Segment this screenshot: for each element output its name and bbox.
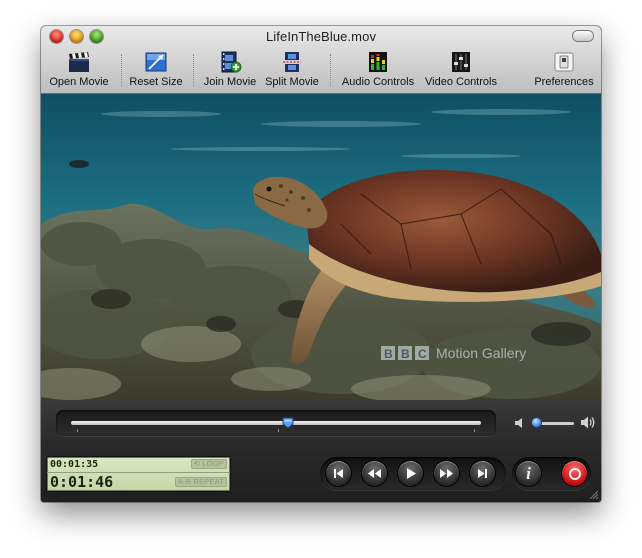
preferences-button[interactable]: Preferences: [529, 50, 599, 92]
video-controls-button[interactable]: Video Controls: [421, 50, 501, 92]
loop-icon: ⟲: [193, 459, 201, 468]
audio-controls-label: Audio Controls: [341, 76, 415, 88]
info-icon: i: [526, 464, 531, 483]
svg-text:B: B: [401, 347, 410, 361]
join-film-icon: [221, 51, 242, 73]
toolbar-separator: [193, 54, 195, 86]
window-title: LifeInTheBlue.mov: [265, 29, 377, 44]
skip-to-end-button[interactable]: [470, 461, 495, 486]
resize-icon: [145, 52, 167, 72]
video-watermark-text: Motion Gallery: [436, 345, 526, 361]
skip-to-start-button[interactable]: [326, 461, 351, 486]
volume-low-icon[interactable]: [514, 417, 524, 429]
audio-controls-button[interactable]: Audio Controls: [337, 50, 419, 92]
play-button[interactable]: [398, 461, 423, 486]
seek-thumb[interactable]: [282, 417, 294, 429]
toolbar-separator: [121, 54, 123, 86]
seek-tick: [77, 429, 78, 432]
info-record-group: i: [512, 457, 591, 490]
seek-tick: [278, 429, 279, 432]
svg-text:C: C: [418, 347, 427, 361]
join-movie-button[interactable]: Join Movie: [201, 50, 259, 92]
seek-track[interactable]: [71, 421, 481, 425]
split-movie-label: Split Movie: [265, 76, 319, 88]
volume-high-icon[interactable]: [580, 415, 596, 430]
app-window: LifeInTheBlue.mov Open Movie Reset Size …: [41, 26, 601, 502]
ab-repeat-toggle[interactable]: A-B REPEAT: [174, 477, 227, 487]
split-movie-button[interactable]: Split Movie: [263, 50, 321, 92]
svg-text:B: B: [384, 347, 393, 361]
video-scene: B B C Motion Gallery: [41, 94, 601, 400]
join-movie-label: Join Movie: [203, 76, 257, 88]
preferences-label: Preferences: [534, 76, 594, 88]
record-button[interactable]: [562, 461, 587, 486]
reset-size-button[interactable]: Reset Size: [127, 50, 185, 92]
control-panel: 00:01:35 ⟲ LOOP 0:01:46 A-B REPEAT i: [41, 400, 601, 502]
time-display: 00:01:35 ⟲ LOOP 0:01:46 A-B REPEAT: [47, 457, 230, 491]
resize-grip-icon[interactable]: [588, 489, 598, 499]
video-frame[interactable]: B B C Motion Gallery: [41, 94, 601, 400]
fast-forward-icon: [440, 469, 453, 478]
skip-forward-icon: [478, 469, 487, 478]
duration-time: 0:01:46: [50, 473, 114, 491]
audio-equalizer-icon: [369, 52, 387, 72]
open-movie-label: Open Movie: [49, 76, 109, 88]
toolbar-toggle-button[interactable]: [573, 31, 593, 41]
fast-forward-button[interactable]: [434, 461, 459, 486]
skip-back-icon: [334, 469, 343, 478]
play-icon: [407, 468, 416, 479]
transport-controls: [320, 457, 506, 490]
preferences-switch-icon: [554, 52, 574, 72]
info-button[interactable]: i: [516, 461, 541, 486]
current-time: 00:01:35: [50, 459, 99, 470]
loop-label: LOOP: [202, 459, 224, 468]
seek-tick: [474, 429, 475, 432]
video-controls-label: Video Controls: [425, 76, 497, 88]
video-sliders-icon: [452, 52, 470, 72]
loop-toggle[interactable]: ⟲ LOOP: [190, 459, 227, 469]
open-movie-button[interactable]: Open Movie: [45, 50, 113, 92]
volume-thumb[interactable]: [531, 418, 541, 427]
seek-bar[interactable]: [56, 410, 496, 436]
clapperboard-icon: [69, 52, 89, 72]
rewind-icon: [368, 469, 381, 478]
toolbar-separator: [330, 54, 332, 86]
split-film-icon: [283, 52, 301, 72]
titlebar: LifeInTheBlue.mov Open Movie Reset Size …: [41, 26, 601, 94]
reset-size-label: Reset Size: [129, 76, 183, 88]
rewind-button[interactable]: [362, 461, 387, 486]
